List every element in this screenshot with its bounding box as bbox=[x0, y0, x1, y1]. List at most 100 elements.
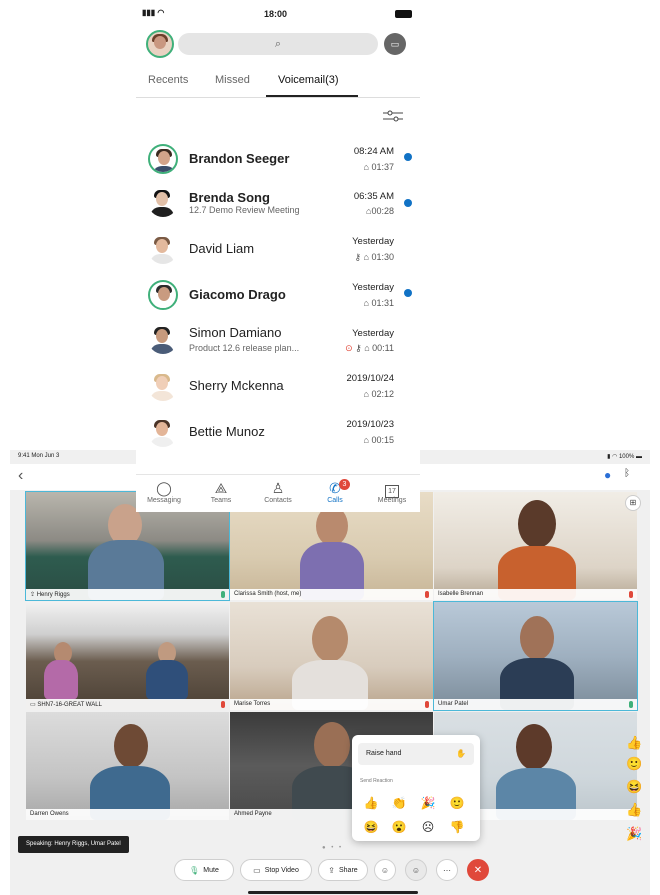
voicemail-duration: ⌂ 01:31 bbox=[363, 298, 394, 308]
nav-calls[interactable]: ✆ Calls 3 bbox=[307, 479, 363, 504]
voicemail-duration: ⌂ 01:37 bbox=[363, 162, 394, 172]
clap-icon[interactable]: 👏 bbox=[390, 795, 408, 811]
video-tile[interactable]: Marise Torres bbox=[230, 602, 433, 710]
nav-contacts[interactable]: ♙ Contacts bbox=[250, 479, 306, 504]
nav-messaging[interactable]: ◯ Messaging bbox=[136, 479, 192, 504]
avatar bbox=[148, 187, 178, 217]
participant-face bbox=[520, 616, 554, 660]
tab-voicemail[interactable]: Voicemail(3) bbox=[278, 74, 339, 86]
voicemail-item[interactable]: Bettie Munoz 2019/10/23 ⌂ 00:15 bbox=[136, 413, 420, 457]
more-dots-icon: ⋯ bbox=[443, 865, 451, 875]
teams-icon: ⟁ bbox=[214, 480, 228, 496]
share-icon: ⇪ bbox=[328, 865, 335, 875]
calls-badge: 3 bbox=[339, 479, 350, 490]
participant-body bbox=[146, 660, 188, 700]
voicemail-item[interactable]: Brenda Song 12.7 Demo Review Meeting 06:… bbox=[136, 183, 420, 227]
avatar[interactable] bbox=[146, 30, 174, 58]
unread-dot bbox=[404, 199, 412, 207]
voicemail-item[interactable]: Brandon Seeger 08:24 AM ⌂ 01:37 bbox=[136, 140, 420, 184]
thumbs-up-icon[interactable]: 👍 bbox=[362, 795, 380, 811]
nav-meetings[interactable]: 17 Meetings bbox=[364, 479, 420, 504]
video-tile[interactable]: Isabelle Brennan bbox=[434, 492, 637, 600]
party-popper-icon[interactable]: 🎉 bbox=[419, 795, 437, 811]
smile-emoji-icon: 🙂 bbox=[626, 756, 643, 771]
search-input[interactable]: ⌕ bbox=[178, 33, 378, 55]
laugh-emoji-icon[interactable]: 😆 bbox=[362, 819, 380, 835]
battery-percent: 100% bbox=[618, 454, 635, 460]
reactions-button[interactable]: ☺ bbox=[405, 859, 427, 881]
calendar-icon: 17 bbox=[364, 479, 420, 498]
caller-name: Sherry Mckenna bbox=[189, 378, 284, 393]
surprised-emoji-icon[interactable]: 😮 bbox=[390, 819, 408, 835]
avatar bbox=[148, 234, 178, 264]
assistant-icon[interactable]: ● bbox=[604, 468, 611, 482]
alert-icon: ⊙ bbox=[345, 343, 356, 353]
layout-grid-button[interactable]: ⊞ bbox=[625, 495, 641, 511]
participant-face bbox=[314, 722, 350, 768]
end-call-button[interactable]: ✕ bbox=[467, 859, 489, 881]
thumbs-up-icon: 👍 bbox=[626, 802, 643, 817]
sad-emoji-icon[interactable]: ☹ bbox=[419, 819, 437, 835]
party-popper-icon: 🎉 bbox=[626, 826, 643, 841]
bluetooth-icon[interactable]: ᛒ bbox=[624, 468, 630, 479]
participant-label: Umar Patel bbox=[434, 699, 637, 710]
participant-face bbox=[516, 724, 552, 770]
participants-button[interactable]: ☺ bbox=[374, 859, 396, 881]
chat-bubble-icon: ◯ bbox=[156, 480, 172, 496]
voicemail-duration: ⌂ 00:15 bbox=[363, 435, 394, 445]
voicemail-item[interactable]: Sherry Mckenna 2019/10/24 ⌂ 02:12 bbox=[136, 367, 420, 411]
voicemail-screen: ▮▮▮ ◠ 18:00 ⌕ ▭ Recents Missed Voicemail… bbox=[136, 0, 420, 512]
participant-face bbox=[114, 724, 148, 768]
video-tile[interactable]: ▭ SHN7-16-GREAT WALL bbox=[26, 602, 229, 710]
voicemail-time: Yesterday bbox=[352, 236, 394, 247]
tablet-battery-indicator: ▮ ◠ 100% ▬ bbox=[607, 454, 642, 460]
raise-hand-label: Raise hand bbox=[366, 750, 402, 757]
phone-status-bar: ▮▮▮ ◠ 18:00 bbox=[136, 8, 420, 22]
caller-name: David Liam bbox=[189, 241, 255, 256]
nav-teams[interactable]: ⟁ Teams bbox=[193, 479, 249, 504]
camera-icon: ▭ bbox=[253, 865, 261, 875]
video-tile[interactable]: Darren Owens bbox=[26, 712, 229, 820]
participant-label: Darren Owens bbox=[26, 809, 229, 820]
mic-muted-icon bbox=[221, 701, 225, 708]
meeting-window: 9:41 Mon Jun 3 ▮ ◠ 100% ▬ ‹ ● ᛒ ⇪ Henry … bbox=[10, 450, 650, 895]
avatar bbox=[148, 324, 178, 354]
key-icon: ⚷ bbox=[354, 252, 364, 262]
mute-button[interactable]: 🎙 Mute bbox=[174, 859, 234, 881]
thumbs-down-icon[interactable]: 👎 bbox=[448, 819, 466, 835]
back-chevron-icon[interactable]: ‹ bbox=[18, 467, 23, 485]
more-options-button[interactable]: ⋯ bbox=[436, 859, 458, 881]
cast-button[interactable]: ▭ bbox=[384, 33, 406, 55]
caller-name: Bettie Munoz bbox=[189, 424, 265, 439]
voicemail-item[interactable]: Giacomo Drago Yesterday ⌂ 01:31 bbox=[136, 276, 420, 320]
voicemail-subject: Product 12.6 release plan... bbox=[189, 343, 300, 353]
participant-face bbox=[316, 506, 348, 546]
tab-recents[interactable]: Recents bbox=[148, 74, 188, 86]
raise-hand-button[interactable]: Raise hand ✋ bbox=[358, 743, 474, 765]
page-dots[interactable]: ● • • bbox=[322, 845, 343, 851]
search-icon: ⌕ bbox=[274, 38, 282, 50]
tab-missed[interactable]: Missed bbox=[215, 74, 250, 86]
voicemail-subject: 12.7 Demo Review Meeting bbox=[189, 205, 300, 215]
video-tile[interactable]: Umar Patel bbox=[433, 601, 638, 711]
battery-icon bbox=[395, 10, 412, 18]
caller-name: Brandon Seeger bbox=[189, 151, 290, 166]
reactions-popover: Raise hand ✋ Send Reaction 👍 👏 🎉 🙂 😆 😮 ☹… bbox=[352, 735, 480, 841]
participant-body bbox=[44, 660, 78, 700]
lock-icon: ⌂ bbox=[364, 343, 373, 353]
cast-icon: ▭ bbox=[390, 39, 400, 49]
mic-muted-icon bbox=[425, 591, 429, 598]
filter-icon[interactable] bbox=[383, 110, 403, 122]
voicemail-item[interactable]: David Liam Yesterday ⚷ ⌂ 01:30 bbox=[136, 230, 420, 274]
voicemail-time: 2019/10/23 bbox=[346, 419, 394, 430]
voicemail-time: 08:24 AM bbox=[353, 146, 394, 157]
participant-face bbox=[518, 500, 556, 548]
emoji-icon: ☺ bbox=[411, 865, 421, 875]
phone-status-time: 18:00 bbox=[264, 9, 288, 19]
mic-on-icon bbox=[629, 701, 633, 708]
voicemail-item[interactable]: Simon Damiano Product 12.6 release plan.… bbox=[136, 320, 420, 364]
stop-video-button[interactable]: ▭ Stop Video bbox=[240, 859, 312, 881]
voicemail-time: 06:35 AM bbox=[353, 191, 394, 202]
smile-emoji-icon[interactable]: 🙂 bbox=[448, 795, 466, 811]
share-button[interactable]: ⇪ Share bbox=[318, 859, 368, 881]
